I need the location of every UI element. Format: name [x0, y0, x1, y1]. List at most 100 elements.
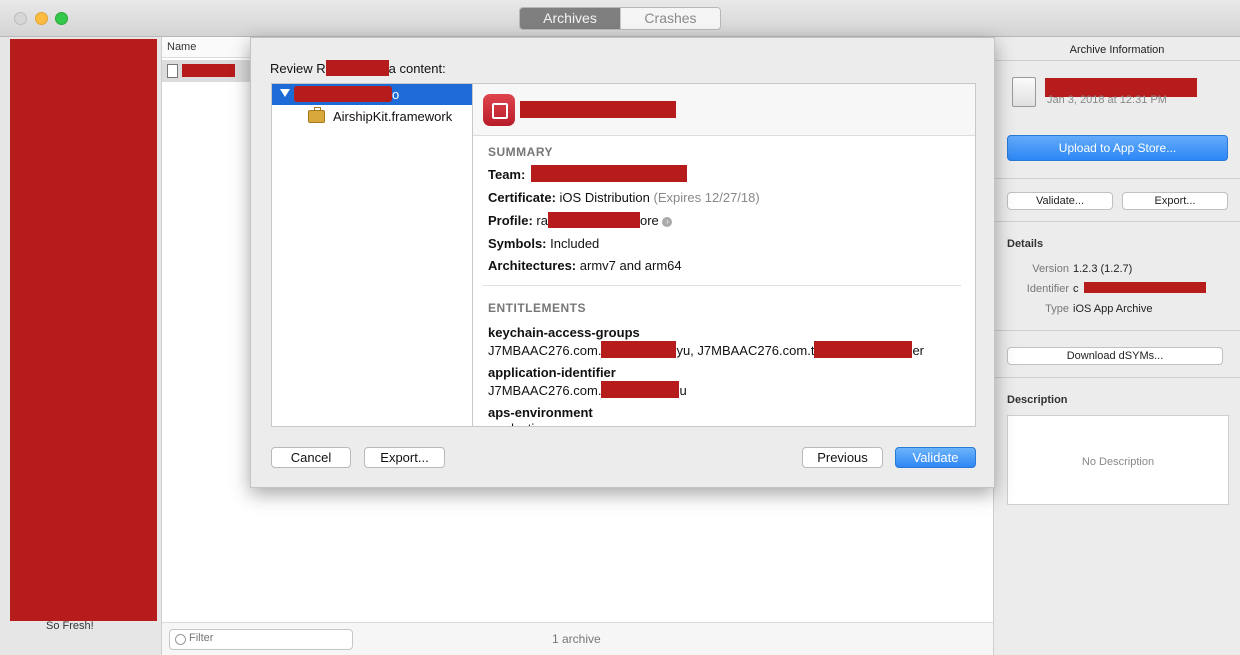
- content-tree: o AirshipKit.framework: [271, 83, 473, 427]
- tab-archives[interactable]: Archives: [520, 8, 620, 29]
- version-value: 1.2.3 (1.2.7): [1073, 263, 1133, 275]
- column-header-label: Name: [167, 41, 197, 53]
- symbols-value: Included: [550, 236, 600, 251]
- description-title: Description: [1007, 394, 1068, 406]
- review-content-sheet: Review R a content: o AirshipKit.framewor…: [250, 37, 995, 488]
- certificate-expires: (Expires 12/27/18): [653, 190, 760, 205]
- archive-icon: [1012, 77, 1036, 107]
- section-divider: [483, 285, 961, 286]
- description-field[interactable]: No Description: [1007, 415, 1229, 505]
- type-value: iOS App Archive: [1073, 303, 1153, 315]
- entitlement-key-label: keychain-access-groups: [488, 325, 640, 340]
- validate-sheet-button[interactable]: Validate: [895, 447, 976, 468]
- profile-prefix: ra: [536, 213, 548, 228]
- divider: [994, 60, 1240, 61]
- tree-item-app-suffix: o: [392, 87, 400, 102]
- framework-briefcase-icon: [308, 107, 325, 123]
- redacted-region: [1084, 282, 1206, 293]
- previous-button[interactable]: Previous: [802, 447, 883, 468]
- entitlement-value: J7MBAAC276.com. yu, J7MBAAC276.com.t er: [488, 341, 924, 358]
- archive-date: Jan 3, 2018 at 12:31 PM: [1047, 94, 1167, 106]
- cancel-button[interactable]: Cancel: [271, 447, 351, 468]
- divider: [994, 377, 1240, 378]
- team-label: Team:: [488, 167, 526, 182]
- filter-input[interactable]: [189, 632, 349, 644]
- disclosure-triangle-icon[interactable]: [280, 89, 290, 97]
- minimize-window-icon[interactable]: [35, 12, 48, 25]
- app-gift-icon: [483, 94, 515, 126]
- validate-button[interactable]: Validate...: [1007, 192, 1113, 210]
- entitlement-value: production: [488, 421, 549, 426]
- sheet-title: Review R a content:: [270, 60, 446, 76]
- entitlement-value-part: yu, J7MBAAC276.com.t: [676, 343, 815, 358]
- summary-header: SUMMARY: [488, 145, 554, 159]
- sheet-title-end: a content:: [388, 61, 446, 76]
- redacted-region: [182, 64, 235, 77]
- panel-title: Archive Information: [1069, 44, 1165, 56]
- type-label: Type: [1045, 303, 1069, 315]
- export-button[interactable]: Export...: [1122, 192, 1228, 210]
- redacted-region: [547, 212, 640, 228]
- tree-item-framework[interactable]: AirshipKit.framework: [333, 109, 452, 124]
- archive-document-icon: [167, 64, 178, 78]
- archive-count: 1 archive: [552, 632, 601, 646]
- redacted-region: [10, 39, 157, 621]
- redacted-region: [814, 341, 913, 358]
- profile-label: Profile:: [488, 213, 533, 228]
- profile-suffix: ore: [639, 213, 659, 228]
- description-placeholder: No Description: [1081, 456, 1155, 468]
- detail-header: [473, 84, 975, 136]
- entitlement-key: aps-environment: [488, 405, 593, 420]
- redacted-region: [325, 60, 389, 76]
- redacted-region: [531, 165, 687, 182]
- partial-app-label: So Fresh!: [46, 620, 94, 632]
- tree-item-app[interactable]: o: [272, 84, 472, 105]
- entitlement-key-label: application-identifier: [488, 365, 616, 380]
- list-bottom-bar: 1 archive: [162, 622, 993, 655]
- entitlement-value-part: er: [912, 343, 924, 358]
- entitlement-value-part: u: [679, 383, 687, 398]
- team-row: Team:: [488, 167, 525, 182]
- architectures-value: armv7 and arm64: [579, 258, 682, 273]
- close-window-icon[interactable]: [14, 12, 27, 25]
- details-title: Details: [1007, 238, 1044, 250]
- divider: [994, 330, 1240, 331]
- archive-information-panel: Archive Information Jan 3, 2018 at 12:31…: [993, 37, 1240, 655]
- upload-to-app-store-button[interactable]: Upload to App Store...: [1007, 135, 1228, 161]
- sheet-title-start: Review R: [270, 61, 326, 76]
- divider: [994, 178, 1240, 179]
- divider: [994, 221, 1240, 222]
- certificate-row: Certificate: iOS Distribution (Expires 1…: [488, 190, 760, 205]
- zoom-window-icon[interactable]: [55, 12, 68, 25]
- architectures-row: Architectures: armv7 and arm64: [488, 258, 682, 273]
- symbols-row: Symbols: Included: [488, 236, 599, 251]
- identifier-value: c: [1073, 283, 1079, 295]
- redacted-region: [294, 86, 392, 102]
- archives-crashes-segmented-control: Archives Crashes: [519, 7, 721, 30]
- go-arrow-icon[interactable]: ›: [662, 217, 673, 227]
- search-icon: [175, 634, 186, 645]
- entitlement-key: keychain-access-groups: [488, 325, 640, 340]
- tab-crashes[interactable]: Crashes: [620, 8, 720, 29]
- entitlements-header: ENTITLEMENTS: [488, 301, 586, 315]
- symbols-label: Symbols:: [488, 236, 547, 251]
- entitlement-value-part: production: [488, 421, 549, 426]
- entitlement-value-part: J7MBAAC276.com.: [488, 343, 602, 358]
- certificate-value: iOS Distribution: [559, 190, 650, 205]
- redacted-region: [601, 341, 677, 358]
- download-dsyms-button[interactable]: Download dSYMs...: [1007, 347, 1223, 365]
- entitlement-value: J7MBAAC276.com. u: [488, 381, 687, 398]
- profile-row: Profile: ra ore ›: [488, 212, 673, 228]
- entitlement-key-label: aps-environment: [488, 405, 593, 420]
- export-sheet-button[interactable]: Export...: [364, 447, 445, 468]
- window-titlebar: Archives Crashes: [0, 0, 1240, 37]
- entitlement-value-part: J7MBAAC276.com.: [488, 383, 602, 398]
- redacted-region: [601, 381, 680, 398]
- identifier-label: Identifier: [1026, 283, 1069, 295]
- filter-field[interactable]: [169, 629, 353, 650]
- app-source-list: So Fresh!: [0, 37, 162, 655]
- content-detail-pane: SUMMARY Team: Certificate: iOS Distribut…: [472, 83, 976, 427]
- certificate-label: Certificate:: [488, 190, 556, 205]
- redacted-region: [520, 101, 676, 118]
- version-label: Version: [1032, 263, 1069, 275]
